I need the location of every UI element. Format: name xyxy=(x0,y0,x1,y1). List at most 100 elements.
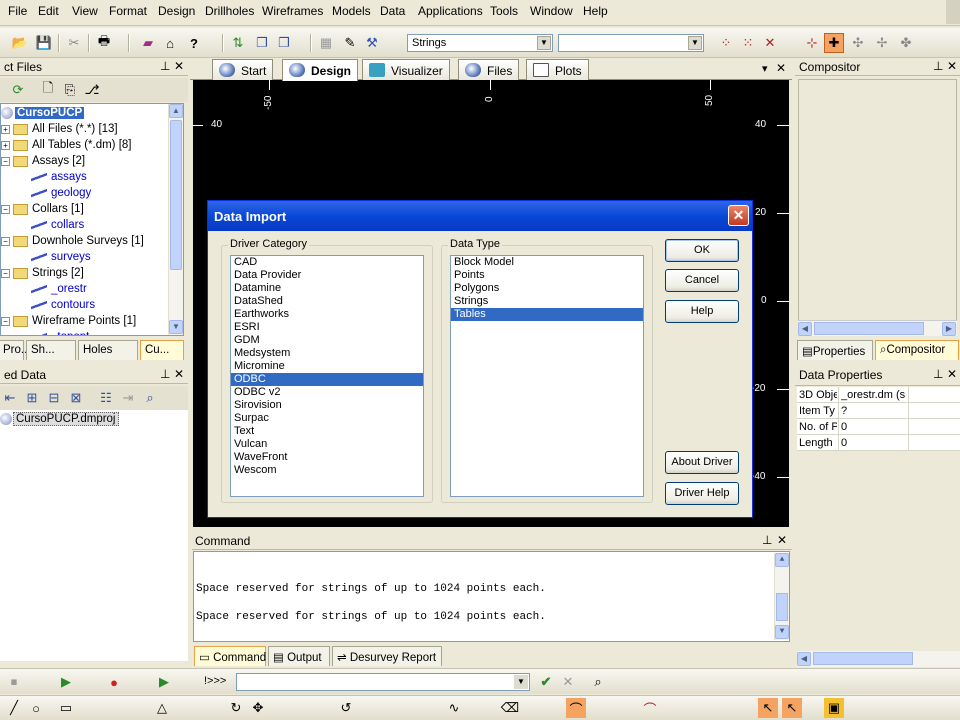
data-type-item[interactable]: Tables xyxy=(451,308,643,321)
pin-icon[interactable]: ⊥ xyxy=(160,367,170,381)
close-icon[interactable]: ✕ xyxy=(947,367,957,381)
left-tab-1[interactable]: Sh... xyxy=(26,340,76,360)
expand-icon[interactable]: − xyxy=(1,236,10,246)
left-tab-3[interactable]: Cu... xyxy=(140,340,184,360)
close-icon[interactable]: ✕ xyxy=(776,61,786,75)
record-icon[interactable]: ● xyxy=(104,672,124,692)
scroll-down-icon[interactable]: ▼ xyxy=(775,625,789,639)
menu-format[interactable]: Format xyxy=(109,4,147,18)
left-tab-0[interactable]: Pro... xyxy=(0,340,30,360)
driver-category-item[interactable]: Vulcan xyxy=(231,438,423,451)
driver-category-item[interactable]: Surpac xyxy=(231,412,423,425)
help-button[interactable]: Help xyxy=(665,300,739,323)
close-icon[interactable]: ✕ xyxy=(777,533,787,547)
scroll-thumb[interactable] xyxy=(170,120,182,270)
data-icon[interactable]: ⊠ xyxy=(66,388,86,408)
property-row[interactable]: Item Ty? xyxy=(797,403,960,419)
scroll-thumb[interactable] xyxy=(813,652,913,665)
left-tab-2[interactable]: Holes xyxy=(78,340,138,360)
property-row[interactable]: 3D Obje _orestr.dm (s xyxy=(797,387,960,403)
points-icon[interactable]: ⁘ xyxy=(716,33,736,53)
grid-icon[interactable]: ▦ xyxy=(316,33,336,53)
tree-leaf-item[interactable]: contours xyxy=(31,297,95,313)
pin-icon[interactable]: ⊥ xyxy=(933,367,943,381)
move-icon[interactable]: ✥ xyxy=(248,698,268,718)
line-icon[interactable]: ╱ xyxy=(4,698,24,718)
circle-icon[interactable]: ○ xyxy=(26,698,46,718)
tab-visualizer[interactable]: Visualizer xyxy=(362,59,450,81)
points-delete-icon[interactable]: ✕ xyxy=(760,33,780,53)
cut-icon[interactable]: ✂ xyxy=(64,33,84,53)
new-file-icon[interactable]: 🗋 xyxy=(38,80,58,100)
data-type-item[interactable]: Strings xyxy=(451,295,643,308)
book-icon[interactable]: ▰ xyxy=(138,33,158,53)
data-type-item[interactable]: Block Model xyxy=(451,256,643,269)
sync-icon[interactable]: ⇅ xyxy=(228,33,248,53)
search-icon[interactable]: ⌕ xyxy=(140,388,160,408)
menu-help[interactable]: Help xyxy=(583,4,608,18)
export-icon[interactable]: ⇥ xyxy=(118,388,138,408)
tree-folder-item[interactable]: − Collars [1] xyxy=(1,201,84,217)
command-scrollbar[interactable]: ▲ ▼ xyxy=(774,553,789,640)
tree-folder-item[interactable]: − Assays [2] xyxy=(1,153,85,169)
driver-category-item[interactable]: Datamine xyxy=(231,282,423,295)
menu-tools[interactable]: Tools xyxy=(490,4,518,18)
points-move-icon[interactable]: ⁙ xyxy=(738,33,758,53)
driver-category-item[interactable]: ODBC xyxy=(231,373,423,386)
select-point-icon[interactable]: ⊹ xyxy=(802,33,822,53)
scroll-right-icon[interactable]: ▶ xyxy=(942,322,956,336)
tree-folder-item[interactable]: − Downhole Surveys [1] xyxy=(1,233,144,249)
undo-icon[interactable]: ↺ xyxy=(336,698,356,718)
tree-folder-item[interactable]: + All Tables (*.dm) [8] xyxy=(1,137,132,153)
eraser-icon[interactable]: ⌫ xyxy=(500,698,520,718)
menu-drillholes[interactable]: Drillholes xyxy=(205,4,254,18)
tab-design[interactable]: Design xyxy=(282,59,359,81)
scroll-thumb[interactable] xyxy=(814,322,924,335)
scroll-left-icon[interactable]: ◀ xyxy=(798,322,812,336)
tab-start[interactable]: Start xyxy=(212,59,274,81)
scroll-thumb[interactable] xyxy=(776,593,788,621)
filter-combo[interactable]: ▼ xyxy=(558,34,704,52)
close-icon[interactable]: ✕ xyxy=(947,59,957,73)
find-icon[interactable]: ⌕ xyxy=(588,672,608,692)
expand-icon[interactable]: − xyxy=(1,204,10,214)
menu-models[interactable]: Models xyxy=(332,4,371,18)
tree-leaf-item[interactable]: _topopt xyxy=(31,329,89,335)
property-row[interactable]: Length 0 xyxy=(797,435,960,451)
save-icon[interactable]: 💾 xyxy=(34,33,54,53)
driver-category-item[interactable]: Wescom xyxy=(231,464,423,477)
refresh-icon[interactable]: ⟳ xyxy=(8,80,28,100)
driver-category-item[interactable]: ODBC v2 xyxy=(231,386,423,399)
home-icon[interactable]: ⌂ xyxy=(160,33,180,53)
close-icon[interactable]: ✕ xyxy=(174,367,184,381)
scroll-down-icon[interactable]: ▼ xyxy=(169,320,183,334)
reject-icon[interactable]: ✕ xyxy=(558,672,578,692)
data-type-item[interactable]: Polygons xyxy=(451,282,643,295)
data-type-item[interactable]: Points xyxy=(451,269,643,282)
tree-leaf-item[interactable]: assays xyxy=(31,169,87,185)
curve-icon[interactable]: ∿ xyxy=(444,698,464,718)
expand-icon[interactable]: − xyxy=(1,268,10,278)
driver-category-item[interactable]: Earthworks xyxy=(231,308,423,321)
loaded-project-item[interactable]: CursoPUCP.dmproj xyxy=(0,411,119,427)
menu-view[interactable]: View xyxy=(72,4,98,18)
hierarchy-icon[interactable]: ⊞ xyxy=(22,388,42,408)
tree-leaf-item[interactable]: surveys xyxy=(31,249,91,265)
close-icon[interactable]: ✕ xyxy=(728,205,749,226)
expand-icon[interactable]: + xyxy=(1,140,10,150)
tab-output[interactable]: ▤ Output xyxy=(268,646,330,666)
driver-category-item[interactable]: ESRI xyxy=(231,321,423,334)
tab-plots[interactable]: Plots xyxy=(526,59,589,81)
tab-properties[interactable]: ▤Properties xyxy=(797,340,873,360)
triangle-icon[interactable]: △ xyxy=(152,698,172,718)
pin-icon[interactable]: ⊥ xyxy=(933,59,943,73)
tree-folder-item[interactable]: − Strings [2] xyxy=(1,265,84,281)
pin-icon[interactable]: ⊥ xyxy=(762,533,772,547)
command-input[interactable]: ▼ xyxy=(236,673,530,691)
cancel-button[interactable]: Cancel xyxy=(665,269,739,292)
pointer-icon[interactable]: ↖ xyxy=(758,698,778,718)
tree-scrollbar[interactable]: ▲ ▼ xyxy=(168,104,183,335)
driver-category-item[interactable]: WaveFront xyxy=(231,451,423,464)
pointer2-icon[interactable]: ↖ xyxy=(782,698,802,718)
tree-root-item[interactable]: CursoPUCP xyxy=(1,105,85,121)
